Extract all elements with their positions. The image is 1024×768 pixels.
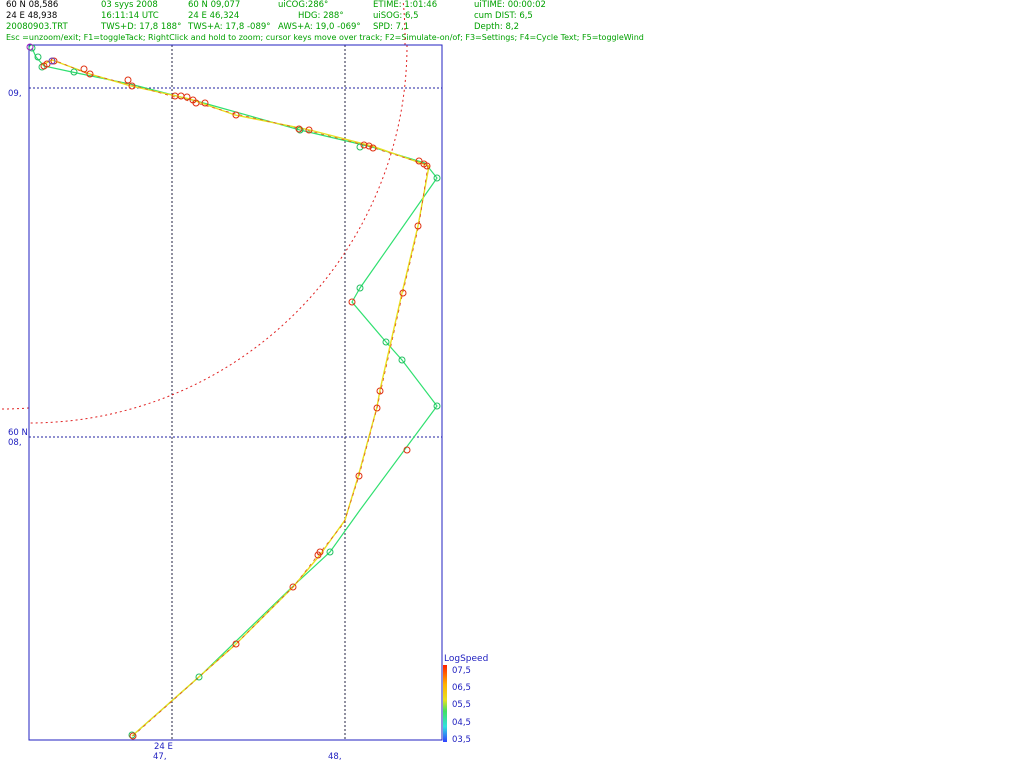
track-plot[interactable] — [0, 0, 1024, 768]
fast-track-line — [41, 59, 430, 737]
y-label-60n: 60 N — [8, 428, 28, 438]
heading-track-line — [53, 59, 429, 737]
legend-tick-65: 06,5 — [452, 683, 471, 693]
legend-color-bar — [443, 665, 447, 742]
legend-tick-45: 04,5 — [452, 718, 471, 728]
x-label-48: 48, — [328, 752, 342, 762]
track-point-marker[interactable] — [124, 76, 132, 84]
x-label-24e: 24 E — [154, 742, 173, 752]
legend-title: LogSpeed — [444, 654, 489, 664]
legend-tick-35: 03,5 — [452, 735, 471, 745]
x-label-47: 47, — [153, 752, 167, 762]
legend-tick-55: 05,5 — [452, 700, 471, 710]
y-label-08: 08, — [8, 438, 22, 448]
track-lines — [31, 47, 438, 737]
y-label-09: 09, — [8, 89, 22, 99]
slow-track-line — [31, 47, 438, 737]
legend-tick-75: 07,5 — [452, 666, 471, 676]
